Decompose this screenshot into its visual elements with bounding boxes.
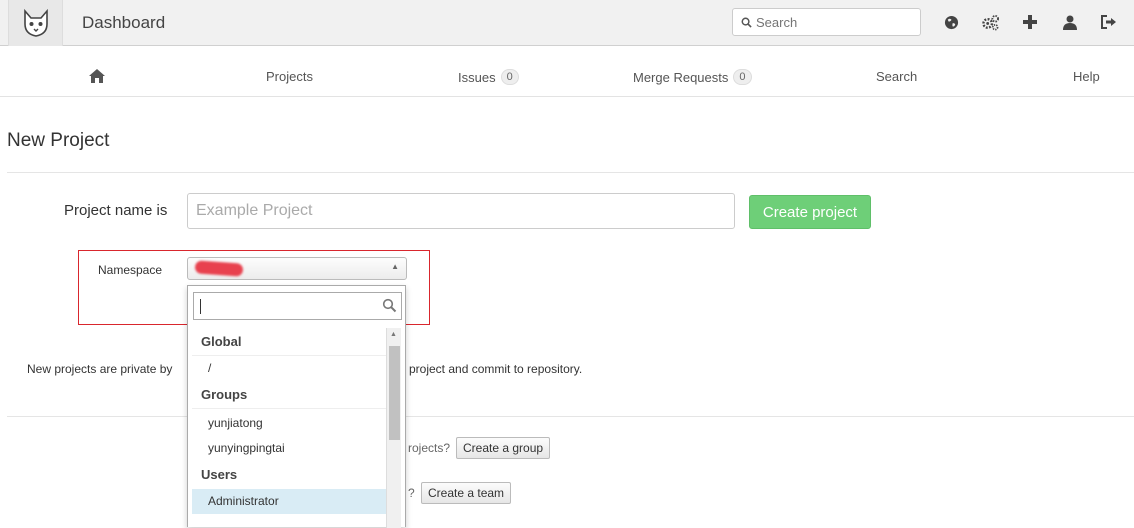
create-project-button[interactable]: Create project xyxy=(749,195,871,229)
dropdown-options: Global / Groups yunjiatong yunyingpingta… xyxy=(192,328,386,514)
chevron-up-icon: ▲ xyxy=(391,262,399,271)
scroll-up-arrow-icon[interactable]: ▲ xyxy=(390,331,397,338)
namespace-dropdown: Global / Groups yunjiatong yunyingpingta… xyxy=(187,285,406,528)
namespace-option[interactable]: yunyingpingtai xyxy=(192,436,386,461)
page-title: New Project xyxy=(7,130,110,151)
nav-help-label: Help xyxy=(1073,69,1100,84)
team-question-text: ? xyxy=(408,486,415,500)
nav-search[interactable]: Search xyxy=(876,69,917,84)
create-team-button[interactable]: Create a team xyxy=(421,482,512,504)
option-group-label: Groups xyxy=(192,381,386,409)
dropdown-search-field[interactable] xyxy=(193,292,402,320)
group-question-text: rojects? xyxy=(408,441,451,455)
plus-icon[interactable] xyxy=(1020,12,1040,32)
user-icon[interactable] xyxy=(1060,12,1080,32)
nav-projects-label: Projects xyxy=(266,69,313,84)
sign-out-icon[interactable] xyxy=(1099,12,1119,32)
private-note-start: New projects are private by xyxy=(27,362,173,376)
option-group-label: Users xyxy=(201,467,238,482)
nav-merge-requests[interactable]: Merge Requests 0 xyxy=(633,69,752,85)
merge-requests-count-badge: 0 xyxy=(733,69,752,85)
project-name-label: Project name is xyxy=(64,202,168,219)
nav-merge-requests-label: Merge Requests xyxy=(633,69,729,85)
namespace-select[interactable]: ▲ xyxy=(187,257,407,280)
nav-projects[interactable]: Projects xyxy=(266,69,313,84)
nav-search-label: Search xyxy=(876,69,918,84)
app-title: Dashboard xyxy=(82,13,166,32)
divider xyxy=(7,172,1134,173)
nav-home[interactable] xyxy=(88,68,106,83)
main-nav: Projects Issues 0 Merge Requests 0 Searc… xyxy=(0,47,1134,97)
dropdown-scrollbar[interactable]: ▲ xyxy=(386,328,401,528)
header-search-input[interactable] xyxy=(756,14,906,30)
nav-issues[interactable]: Issues 0 xyxy=(458,69,519,85)
namespace-label: Namespace xyxy=(98,263,163,277)
text-cursor xyxy=(200,299,201,314)
issues-count-badge: 0 xyxy=(500,69,519,85)
nav-issues-label: Issues xyxy=(458,69,496,85)
scrollbar-thumb[interactable] xyxy=(389,346,400,440)
search-icon xyxy=(382,298,397,313)
fox-logo-icon xyxy=(23,8,48,37)
home-icon xyxy=(89,69,105,83)
header-search[interactable] xyxy=(732,8,921,36)
search-icon xyxy=(741,17,752,28)
divider xyxy=(7,416,1134,417)
namespace-option[interactable]: / xyxy=(192,356,386,381)
project-name-input[interactable] xyxy=(187,193,735,229)
globe-icon[interactable] xyxy=(941,12,961,32)
nav-help[interactable]: Help xyxy=(1073,69,1100,84)
top-header: Dashboard xyxy=(0,0,1134,46)
namespace-option[interactable]: yunjiatong xyxy=(192,411,386,436)
gears-icon[interactable] xyxy=(980,12,1000,32)
create-group-button[interactable]: Create a group xyxy=(456,437,551,459)
private-note-end: project and commit to repository. xyxy=(409,362,583,376)
gitlab-logo[interactable] xyxy=(8,0,63,46)
option-group-label: Global xyxy=(192,328,386,356)
redacted-value xyxy=(194,260,244,277)
namespace-option-selected[interactable]: Administrator xyxy=(192,489,386,514)
